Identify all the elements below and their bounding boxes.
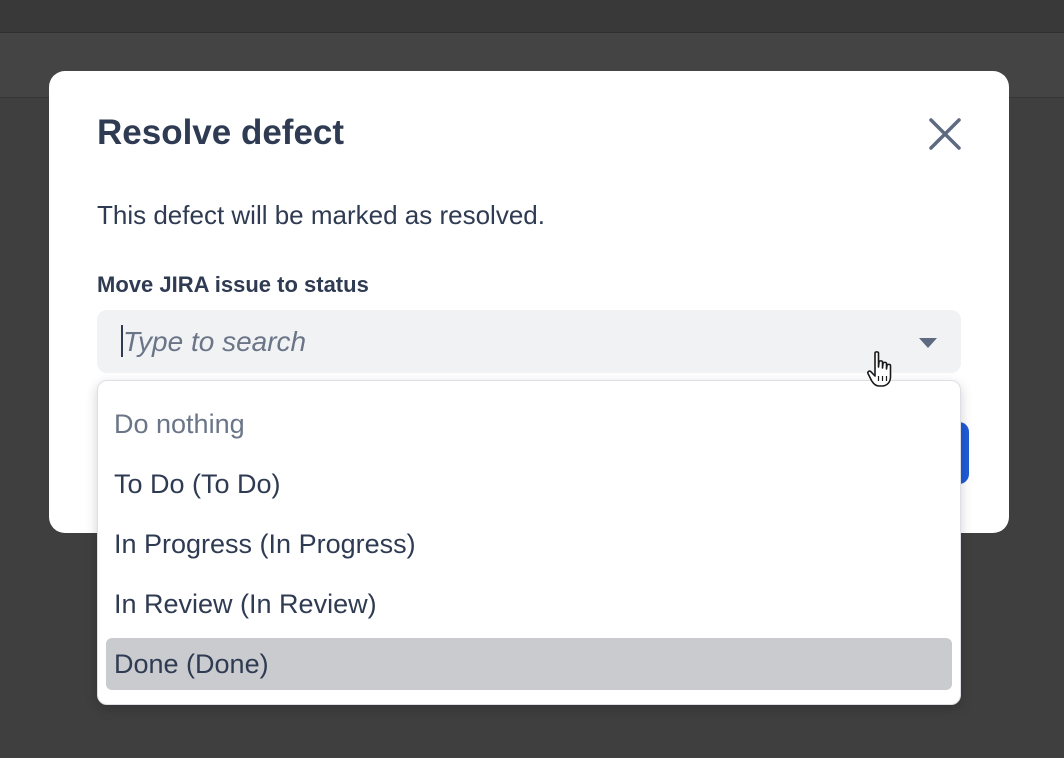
close-icon: [929, 118, 961, 150]
status-field-label: Move JIRA issue to status: [97, 272, 369, 297]
option-in-progress[interactable]: In Progress (In Progress): [106, 518, 952, 570]
modal-description: This defect will be marked as resolved.: [97, 200, 545, 230]
option-to-do[interactable]: To Do (To Do): [106, 458, 952, 510]
status-dropdown-menu: Do nothing To Do (To Do) In Progress (In…: [97, 380, 961, 705]
status-select[interactable]: [97, 310, 961, 373]
option-do-nothing[interactable]: Do nothing: [106, 398, 952, 450]
modal-title: Resolve defect: [97, 113, 345, 152]
chevron-down-icon[interactable]: [917, 336, 939, 350]
option-done[interactable]: Done (Done): [106, 638, 952, 690]
close-button[interactable]: [925, 115, 965, 155]
status-search-input[interactable]: [123, 310, 883, 373]
option-in-review[interactable]: In Review (In Review): [106, 578, 952, 630]
page-header-bar: [0, 0, 1064, 33]
